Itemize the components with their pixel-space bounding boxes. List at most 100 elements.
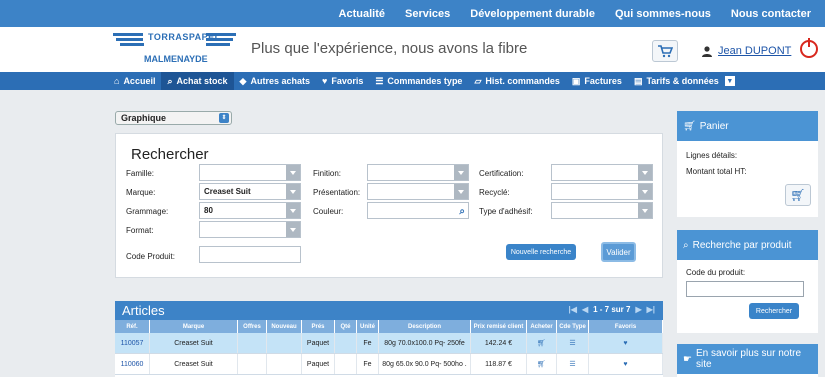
first-page-icon[interactable]: |◀ — [569, 305, 577, 314]
top-bar: Actualité Services Développement durable… — [0, 0, 825, 27]
dropdown-icon — [286, 165, 300, 180]
search-icon: ⌕ — [683, 239, 689, 251]
col-cde-type: Cde Type — [557, 320, 589, 333]
more-info-title: En savoir plus sur notre site — [695, 348, 802, 370]
view-select-value: Graphique — [121, 113, 167, 123]
prev-page-icon[interactable]: ◀ — [582, 305, 588, 314]
cell-unite: Fe — [357, 333, 379, 353]
cell-ref[interactable]: 110060 — [115, 354, 150, 374]
topnav-actualite[interactable]: Actualité — [339, 8, 385, 20]
cell-offres — [238, 354, 267, 374]
tagline: Plus que l'expérience, nous avons la fib… — [251, 40, 528, 57]
select-arrows-icon: ⇕ — [219, 113, 229, 123]
logout-power-icon[interactable] — [800, 38, 818, 58]
adhesif-select[interactable] — [551, 202, 653, 219]
tray-icon: ▱ — [474, 75, 482, 86]
col-acheter: Acheter — [527, 320, 557, 333]
cell-nouveau — [267, 333, 302, 353]
label-adhesif: Type d'adhésif: — [479, 207, 533, 216]
product-code-input[interactable] — [686, 281, 804, 297]
label-code-produit: Code Produit: — [126, 252, 175, 261]
recycle-select[interactable] — [551, 183, 653, 200]
col-ref[interactable]: Réf. — [115, 320, 150, 333]
famille-select[interactable] — [199, 164, 301, 181]
col-offres[interactable]: Offres — [238, 320, 267, 333]
cell-ref[interactable]: 110057 — [115, 333, 150, 353]
articles-header: Articles |◀ ◀ 1 - 7 sur 7 ▶ ▶| — [115, 301, 663, 320]
last-page-icon[interactable]: ▶| — [647, 305, 655, 314]
nav-accueil[interactable]: ⌂ Accueil — [108, 72, 161, 90]
dropdown-icon — [286, 184, 300, 199]
col-qte[interactable]: Qté — [335, 320, 357, 333]
topnav-qui-sommes-nous[interactable]: Qui sommes-nous — [615, 8, 711, 20]
tag-icon: ◆ — [239, 75, 247, 86]
topnav-developpement-durable[interactable]: Développement durable — [470, 8, 595, 20]
nav-tarifs[interactable]: ▤ Tarifs & données ▼ — [628, 72, 741, 90]
table-row[interactable]: 110057 Creaset Suit Paquet Fe 80g 70.0x1… — [115, 333, 663, 354]
header-cart-button[interactable] — [652, 40, 678, 62]
nav-label: Hist. commandes — [485, 76, 560, 86]
cell-qte[interactable] — [335, 354, 357, 374]
finition-select[interactable] — [367, 164, 469, 181]
table-row[interactable]: 110060 Creaset Suit Paquet Fe 80g 65.0x … — [115, 354, 663, 375]
marque-select[interactable]: Creaset Suit — [199, 183, 301, 200]
code-produit-input[interactable] — [199, 246, 301, 263]
product-search-header: ⌕ Recherche par produit — [677, 230, 818, 260]
cart-icon: 🛒︎ — [790, 188, 806, 202]
next-page-icon[interactable]: ▶ — [635, 305, 641, 314]
view-select[interactable]: Graphique ⇕ — [115, 111, 232, 125]
buy-cart-icon[interactable]: 🛒︎ — [527, 333, 557, 353]
more-info-panel: ☛ En savoir plus sur notre site — [677, 344, 818, 377]
cell-description: 80g 65.0x 90.0 Pq- 500ho . — [379, 354, 471, 374]
cart-open-button[interactable]: 🛒︎ — [785, 184, 811, 206]
nav-hist-commandes[interactable]: ▱ Hist. commandes — [468, 72, 565, 90]
validate-button[interactable]: Valider — [601, 242, 636, 262]
label-grammage: Grammage: — [126, 207, 169, 216]
cart-title: Panier — [699, 120, 729, 132]
user-icon — [702, 45, 712, 57]
nav-label: Factures — [584, 76, 622, 86]
presentation-select[interactable] — [367, 183, 469, 200]
topnav-services[interactable]: Services — [405, 8, 450, 20]
col-description[interactable]: Description — [379, 320, 471, 333]
nav-achat-stock[interactable]: ⌕ Achat stock — [161, 72, 234, 90]
col-prix[interactable]: Prix remisé client — [471, 320, 527, 333]
cell-prix: 118.87 € — [471, 354, 527, 374]
col-pres[interactable]: Prés — [302, 320, 335, 333]
product-code-label: Code du produit: — [686, 268, 746, 277]
format-select[interactable] — [199, 221, 301, 238]
couleur-input[interactable]: ⌕ — [367, 202, 469, 219]
certification-select[interactable] — [551, 164, 653, 181]
main-nav: ⌂ Accueil ⌕ Achat stock ◆ Autres achats ♥ Fa… — [0, 72, 825, 90]
favorite-heart-icon[interactable]: ♥ — [589, 333, 663, 353]
nav-favoris[interactable]: ♥ Favoris — [316, 72, 369, 90]
user-account-link[interactable]: Jean DUPONT — [702, 45, 791, 57]
order-type-list-icon[interactable]: ☰ — [557, 333, 589, 353]
nav-autres-achats[interactable]: ◆ Autres achats — [234, 72, 316, 90]
nav-commandes-type[interactable]: ☰ Commandes type — [369, 72, 468, 90]
order-type-list-icon[interactable]: ☰ — [557, 354, 589, 374]
col-marque[interactable]: Marque — [150, 320, 238, 333]
cell-prix: 142.24 € — [471, 333, 527, 353]
more-info-header[interactable]: ☛ En savoir plus sur notre site — [677, 344, 818, 374]
product-search-button[interactable]: Rechercher — [749, 303, 799, 319]
cell-pres: Paquet — [302, 354, 335, 374]
chevron-down-icon[interactable]: ▼ — [724, 76, 735, 86]
grammage-select[interactable]: 80 — [199, 202, 301, 219]
logo-line2: MALMENAYDE — [144, 54, 208, 64]
nav-factures[interactable]: ▣ Factures — [566, 72, 628, 90]
company-logo[interactable]: TORRASPAPEL MALMENAYDE — [108, 27, 238, 72]
label-famille: Famille: — [126, 169, 155, 178]
buy-cart-icon[interactable]: 🛒︎ — [527, 354, 557, 374]
new-search-button[interactable]: Nouvelle recherche — [506, 244, 576, 260]
search-panel: Rechercher Famille: Marque: Creaset Suit… — [115, 133, 663, 278]
dropdown-icon — [454, 184, 468, 199]
cart-icon — [658, 45, 673, 58]
col-unite[interactable]: Unité — [357, 320, 379, 333]
col-nouveau[interactable]: Nouveau — [267, 320, 302, 333]
search-icon[interactable]: ⌕ — [459, 204, 465, 219]
dropdown-icon — [454, 165, 468, 180]
topnav-nous-contacter[interactable]: Nous contacter — [731, 8, 811, 20]
favorite-heart-icon[interactable]: ♥ — [589, 354, 663, 374]
cell-qte[interactable] — [335, 333, 357, 353]
